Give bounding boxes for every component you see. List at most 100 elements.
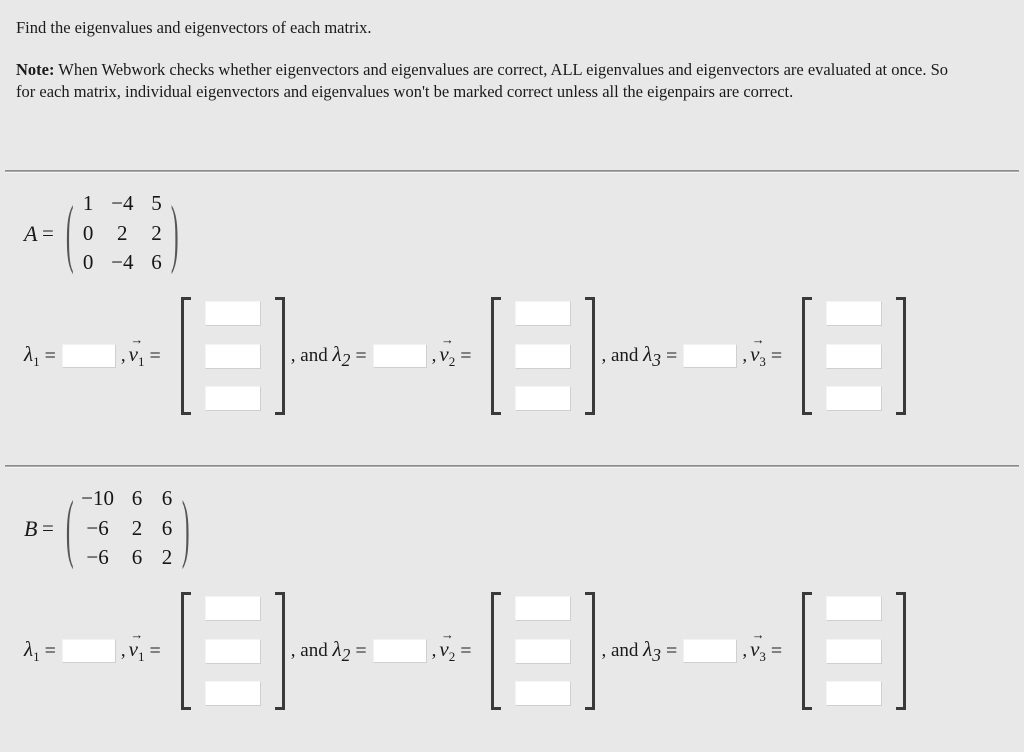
matrix-a-grid: 1 −4 5 0 2 2 0 −4 6 xyxy=(81,190,163,277)
matrix-cell: 2 xyxy=(151,220,162,245)
matrix-cell: −6 xyxy=(86,515,109,540)
vector-1-equals-b: = xyxy=(149,639,161,662)
matrix-cell: −4 xyxy=(111,191,134,215)
lambda-1-equals-a: = xyxy=(44,344,56,367)
matrix-b-grid: −10 6 6 −6 2 6 −6 6 2 xyxy=(81,485,174,572)
matrix-cell: 6 xyxy=(131,486,143,510)
matrix-cell: 0 xyxy=(82,220,94,245)
matrix-a-name: A xyxy=(24,220,38,246)
vector-1-label-b: → v1 xyxy=(128,626,145,665)
vector-2-b-cells xyxy=(501,592,585,710)
vector-1-a-component-1[interactable] xyxy=(204,301,261,327)
matrix-cell: 6 xyxy=(151,250,162,275)
lambda-1-input-a[interactable] xyxy=(61,344,116,369)
vector-3-b-component-3[interactable] xyxy=(826,681,883,707)
comma-separator: , xyxy=(431,345,437,367)
vector-3-b xyxy=(800,592,908,711)
vector-2-b xyxy=(489,592,597,711)
matrix-a-block: A = ( 1 −4 5 0 2 2 0 −4 6 ) xyxy=(16,190,1008,277)
section-matrix-a: A = ( 1 −4 5 0 2 2 0 −4 6 ) λ1 = , → v1 … xyxy=(0,148,1024,416)
vector-3-b-component-1[interactable] xyxy=(826,596,883,622)
vector-1-b xyxy=(179,592,287,711)
section-matrix-b: B = ( −10 6 6 −6 2 6 −6 6 2 ) λ1 = , → v… xyxy=(0,443,1024,711)
vector-3-a-component-2[interactable] xyxy=(826,343,883,369)
lambda-2-input-b[interactable] xyxy=(372,639,427,664)
matrix-b-paren-left: ( xyxy=(65,483,74,570)
vector-2-a xyxy=(489,297,597,416)
bracket-left-icon xyxy=(179,297,191,416)
vector-3-a-cells xyxy=(812,297,896,415)
bracket-right-icon xyxy=(896,592,908,711)
vector-2-a-component-3[interactable] xyxy=(515,386,572,412)
vector-2-a-cells xyxy=(501,297,585,415)
matrix-a-answers: λ1 = , → v1 = , and λ2 = , → v2 = , and … xyxy=(16,277,1008,416)
vector-1-b-component-2[interactable] xyxy=(204,638,261,664)
vector-1-b-component-1[interactable] xyxy=(204,596,261,622)
vector-3-b-component-2[interactable] xyxy=(826,638,883,664)
matrix-a-display: A = ( 1 −4 5 0 2 2 0 −4 6 ) xyxy=(16,172,1008,277)
vector-1-b-cells xyxy=(191,592,275,710)
problem-intro: Find the eigenvalues and eigenvectors of… xyxy=(16,0,1008,103)
problem-note: Note: When Webwork checks whether eigenv… xyxy=(16,59,961,103)
note-text: When Webwork checks whether eigenvectors… xyxy=(16,59,949,101)
lambda-3-input-b[interactable] xyxy=(683,639,738,664)
vector-3-label-a: → v3 xyxy=(750,331,766,370)
lambda-2-input-a[interactable] xyxy=(372,344,427,369)
bracket-left-icon xyxy=(489,297,502,416)
matrix-b-answers: λ1 = , → v1 = , and λ2 = , → v2 = , and … xyxy=(16,572,1008,711)
matrix-b-display: B = ( −10 6 6 −6 2 6 −6 6 2 ) xyxy=(16,467,1008,572)
section-divider-b xyxy=(5,465,1019,468)
matrix-b-block: B = ( −10 6 6 −6 2 6 −6 6 2 ) xyxy=(16,485,1008,572)
section-divider-a xyxy=(5,170,1019,173)
matrix-cell: 6 xyxy=(131,545,143,570)
bracket-right-icon xyxy=(585,592,597,711)
bracket-left-icon xyxy=(800,592,813,711)
matrix-cell: −6 xyxy=(86,545,109,570)
conjunction-2-b: , and λ2 xyxy=(290,636,351,665)
lambda-3-input-a[interactable] xyxy=(683,344,738,369)
vector-1-a-component-3[interactable] xyxy=(204,386,261,412)
problem-page: Find the eigenvalues and eigenvectors of… xyxy=(0,0,1024,752)
vector-2-a-component-2[interactable] xyxy=(515,343,572,369)
lambda-2-equals-a: = xyxy=(355,344,367,367)
comma-separator: , xyxy=(431,640,437,662)
conjunction-2-a: , and λ2 xyxy=(290,341,351,370)
bracket-left-icon xyxy=(489,592,502,711)
matrix-b-equals: = xyxy=(41,516,54,541)
matrix-cell: 2 xyxy=(117,220,128,245)
lambda-1-label-a: λ1 xyxy=(24,342,40,370)
problem-prompt: Find the eigenvalues and eigenvectors of… xyxy=(16,18,372,37)
comma-separator: , xyxy=(742,640,748,662)
vector-2-a-component-1[interactable] xyxy=(515,301,572,327)
bracket-right-icon xyxy=(585,297,597,416)
lambda-3-equals-a: = xyxy=(666,344,678,367)
vector-2-b-component-1[interactable] xyxy=(515,596,572,622)
lambda-1-label-b: λ1 xyxy=(24,637,40,665)
matrix-a-paren-right: ) xyxy=(171,188,179,275)
matrix-cell: 1 xyxy=(82,191,94,215)
matrix-cell: −10 xyxy=(81,486,114,510)
vector-3-equals-a: = xyxy=(770,344,783,367)
note-label: Note: xyxy=(16,59,55,79)
matrix-cell: 2 xyxy=(161,545,173,570)
vector-2-label-b: → v2 xyxy=(439,626,456,665)
vector-3-equals-b: = xyxy=(770,639,783,662)
comma-separator: , xyxy=(742,345,748,367)
vector-1-equals-a: = xyxy=(149,344,161,367)
lambda-2-equals-b: = xyxy=(355,639,367,662)
matrix-cell: 0 xyxy=(82,250,94,275)
vector-1-b-component-3[interactable] xyxy=(204,681,261,707)
vector-2-b-component-2[interactable] xyxy=(515,638,572,664)
vector-1-label-a: → v1 xyxy=(128,331,145,370)
comma-separator: , xyxy=(120,345,126,367)
conjunction-3-b: , and λ3 xyxy=(601,636,662,665)
vector-3-a-component-3[interactable] xyxy=(826,386,883,412)
vector-3-a xyxy=(800,297,908,416)
vector-1-a-component-2[interactable] xyxy=(204,343,261,369)
lambda-1-input-b[interactable] xyxy=(61,639,116,664)
vector-2-b-component-3[interactable] xyxy=(515,681,572,707)
answer-row-a: λ1 = , → v1 = , and λ2 = , → v2 = , and … xyxy=(16,297,1008,416)
matrix-cell: −4 xyxy=(111,250,134,275)
vector-3-a-component-1[interactable] xyxy=(826,301,883,327)
matrix-cell: 5 xyxy=(151,191,162,215)
